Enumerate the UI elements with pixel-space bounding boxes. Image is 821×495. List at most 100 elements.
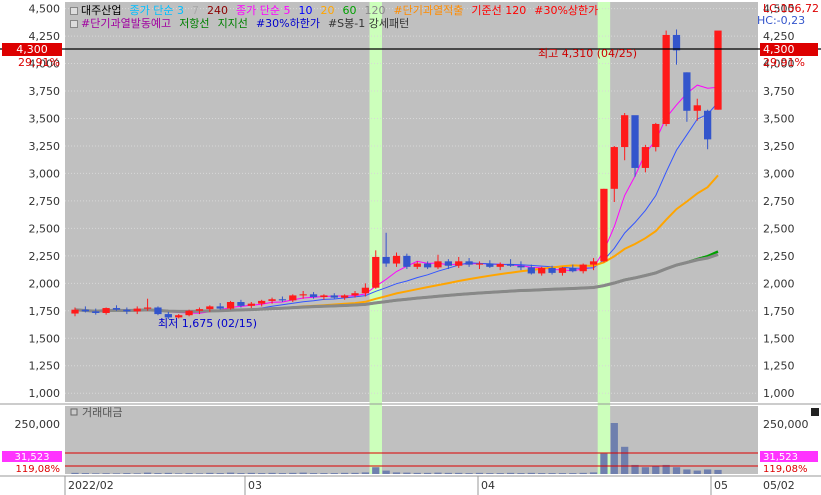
volume-bar — [434, 472, 442, 474]
y-tick-label-left: 1,250 — [29, 360, 61, 373]
volume-bar — [465, 473, 473, 474]
candle-body — [278, 299, 287, 301]
y-tick-label-left: 3,250 — [29, 140, 61, 153]
x-tick-label: 05 — [714, 479, 728, 492]
x-tick-label: 05/02 — [763, 479, 795, 492]
legend-box-icon[interactable] — [70, 20, 78, 28]
price-panel — [65, 2, 758, 402]
volume-bar — [589, 472, 598, 474]
volume-bar — [216, 473, 224, 474]
volume-bar — [527, 472, 535, 474]
chart-canvas[interactable]: 4,500 4,5004,250 4,2504,000 4,0003,750 3,750… — [0, 0, 821, 495]
legend-row1-item[interactable]: 기준선 120 — [471, 4, 526, 17]
volume-bar — [226, 472, 235, 474]
volume-bar — [289, 472, 297, 474]
candle-body — [538, 267, 546, 274]
y-tick-label-left: 2,000 — [29, 277, 61, 290]
volume-bar — [102, 473, 110, 474]
y-tick-label-left: 3,000 — [29, 167, 61, 180]
volume-bar — [164, 472, 172, 474]
volume-bar — [558, 473, 567, 474]
candle-body — [143, 307, 152, 309]
volume-bar — [693, 470, 701, 474]
candle-body — [216, 306, 224, 309]
volume-bar — [475, 472, 484, 474]
volume-bar — [579, 472, 587, 474]
volume-bar — [683, 469, 691, 474]
volume-bar — [361, 472, 370, 474]
volume-legend-box[interactable] — [70, 408, 78, 416]
candle-body — [123, 309, 131, 312]
volume-bar — [486, 473, 494, 474]
candle-body — [475, 263, 484, 265]
y-tick-label-right: 2,250 — [763, 250, 795, 263]
legend-row2-item[interactable]: 저항선 — [179, 17, 209, 30]
candle-body — [258, 300, 266, 304]
candle-body — [423, 263, 432, 268]
volume-bar — [382, 470, 390, 474]
y-tick-label-right: 3,250 — [763, 140, 795, 153]
volume-bar — [652, 466, 660, 474]
candle-body — [434, 261, 442, 268]
volume-bar — [413, 472, 421, 474]
legend-row1-item[interactable]: #30%상한가 — [534, 4, 598, 17]
candle-body — [154, 307, 162, 315]
legend-row2-item[interactable]: #S봉-1 강세패턴 — [328, 17, 409, 30]
volume-bar — [423, 472, 432, 474]
volume-bar — [548, 473, 556, 474]
candle-body — [237, 302, 245, 306]
candle-body — [517, 265, 525, 268]
candle-body — [226, 302, 235, 309]
volume-panel — [65, 406, 758, 474]
highlight-band — [369, 2, 382, 474]
volume-bar — [600, 453, 608, 474]
legend-row2-item[interactable]: 지지선 — [218, 17, 248, 30]
volume-bar — [81, 473, 90, 474]
y-tick-label-right: 2,000 — [763, 277, 795, 290]
candle-body — [102, 308, 110, 313]
volume-bar — [92, 473, 100, 474]
volume-bar — [195, 473, 204, 474]
candle-body — [185, 310, 193, 316]
x-tick-label: 2022/02 — [68, 479, 114, 492]
volume-bar — [538, 473, 546, 474]
volume-label: 거래대금 — [82, 406, 122, 419]
candle-body — [112, 308, 121, 310]
candle-body — [641, 147, 650, 168]
y-tick-label-left: 1,500 — [29, 332, 61, 345]
volume-bar — [341, 472, 349, 474]
volume-bar — [299, 472, 307, 474]
candle-body — [268, 299, 276, 301]
volume-bar — [185, 473, 193, 474]
candle-body — [299, 294, 307, 296]
volume-bar — [278, 473, 287, 474]
volume-bar — [372, 467, 380, 474]
x-tick-label: 03 — [248, 479, 262, 492]
candle-body — [610, 147, 618, 189]
candle-body — [71, 309, 79, 314]
candle-body — [81, 309, 90, 312]
volume-bar — [569, 473, 577, 474]
volume-bar — [112, 473, 121, 474]
candle-body — [341, 295, 349, 298]
volume-bar — [330, 473, 338, 474]
legend-row2-item[interactable]: #30%하한가 — [256, 17, 320, 30]
legend-box-icon[interactable] — [70, 7, 78, 15]
y-tick-label-right: 1,250 — [763, 360, 795, 373]
candle-body — [548, 267, 556, 273]
close-volume-panel-icon[interactable] — [811, 408, 819, 416]
legend-row2-item[interactable]: #단기과열발동예고 — [81, 17, 171, 30]
candle-body — [672, 34, 681, 51]
volume-bar — [392, 472, 401, 474]
price-pct-right: 29,91% — [763, 56, 805, 69]
candle-body — [662, 34, 670, 124]
candle-body — [444, 261, 452, 266]
candle-body — [372, 256, 380, 288]
y-tick-label-right: 2,750 — [763, 195, 795, 208]
stock-chart-window: 4,500 4,500 4,250 4,250 4,000 4,000 3,750 3,750… — [0, 0, 821, 495]
y-tick-label-right: 3,500 — [763, 112, 795, 125]
y-tick-label-left: 1,750 — [29, 305, 61, 318]
candle-body — [289, 295, 297, 301]
volume-bar — [154, 473, 162, 474]
candle-body — [382, 256, 390, 264]
